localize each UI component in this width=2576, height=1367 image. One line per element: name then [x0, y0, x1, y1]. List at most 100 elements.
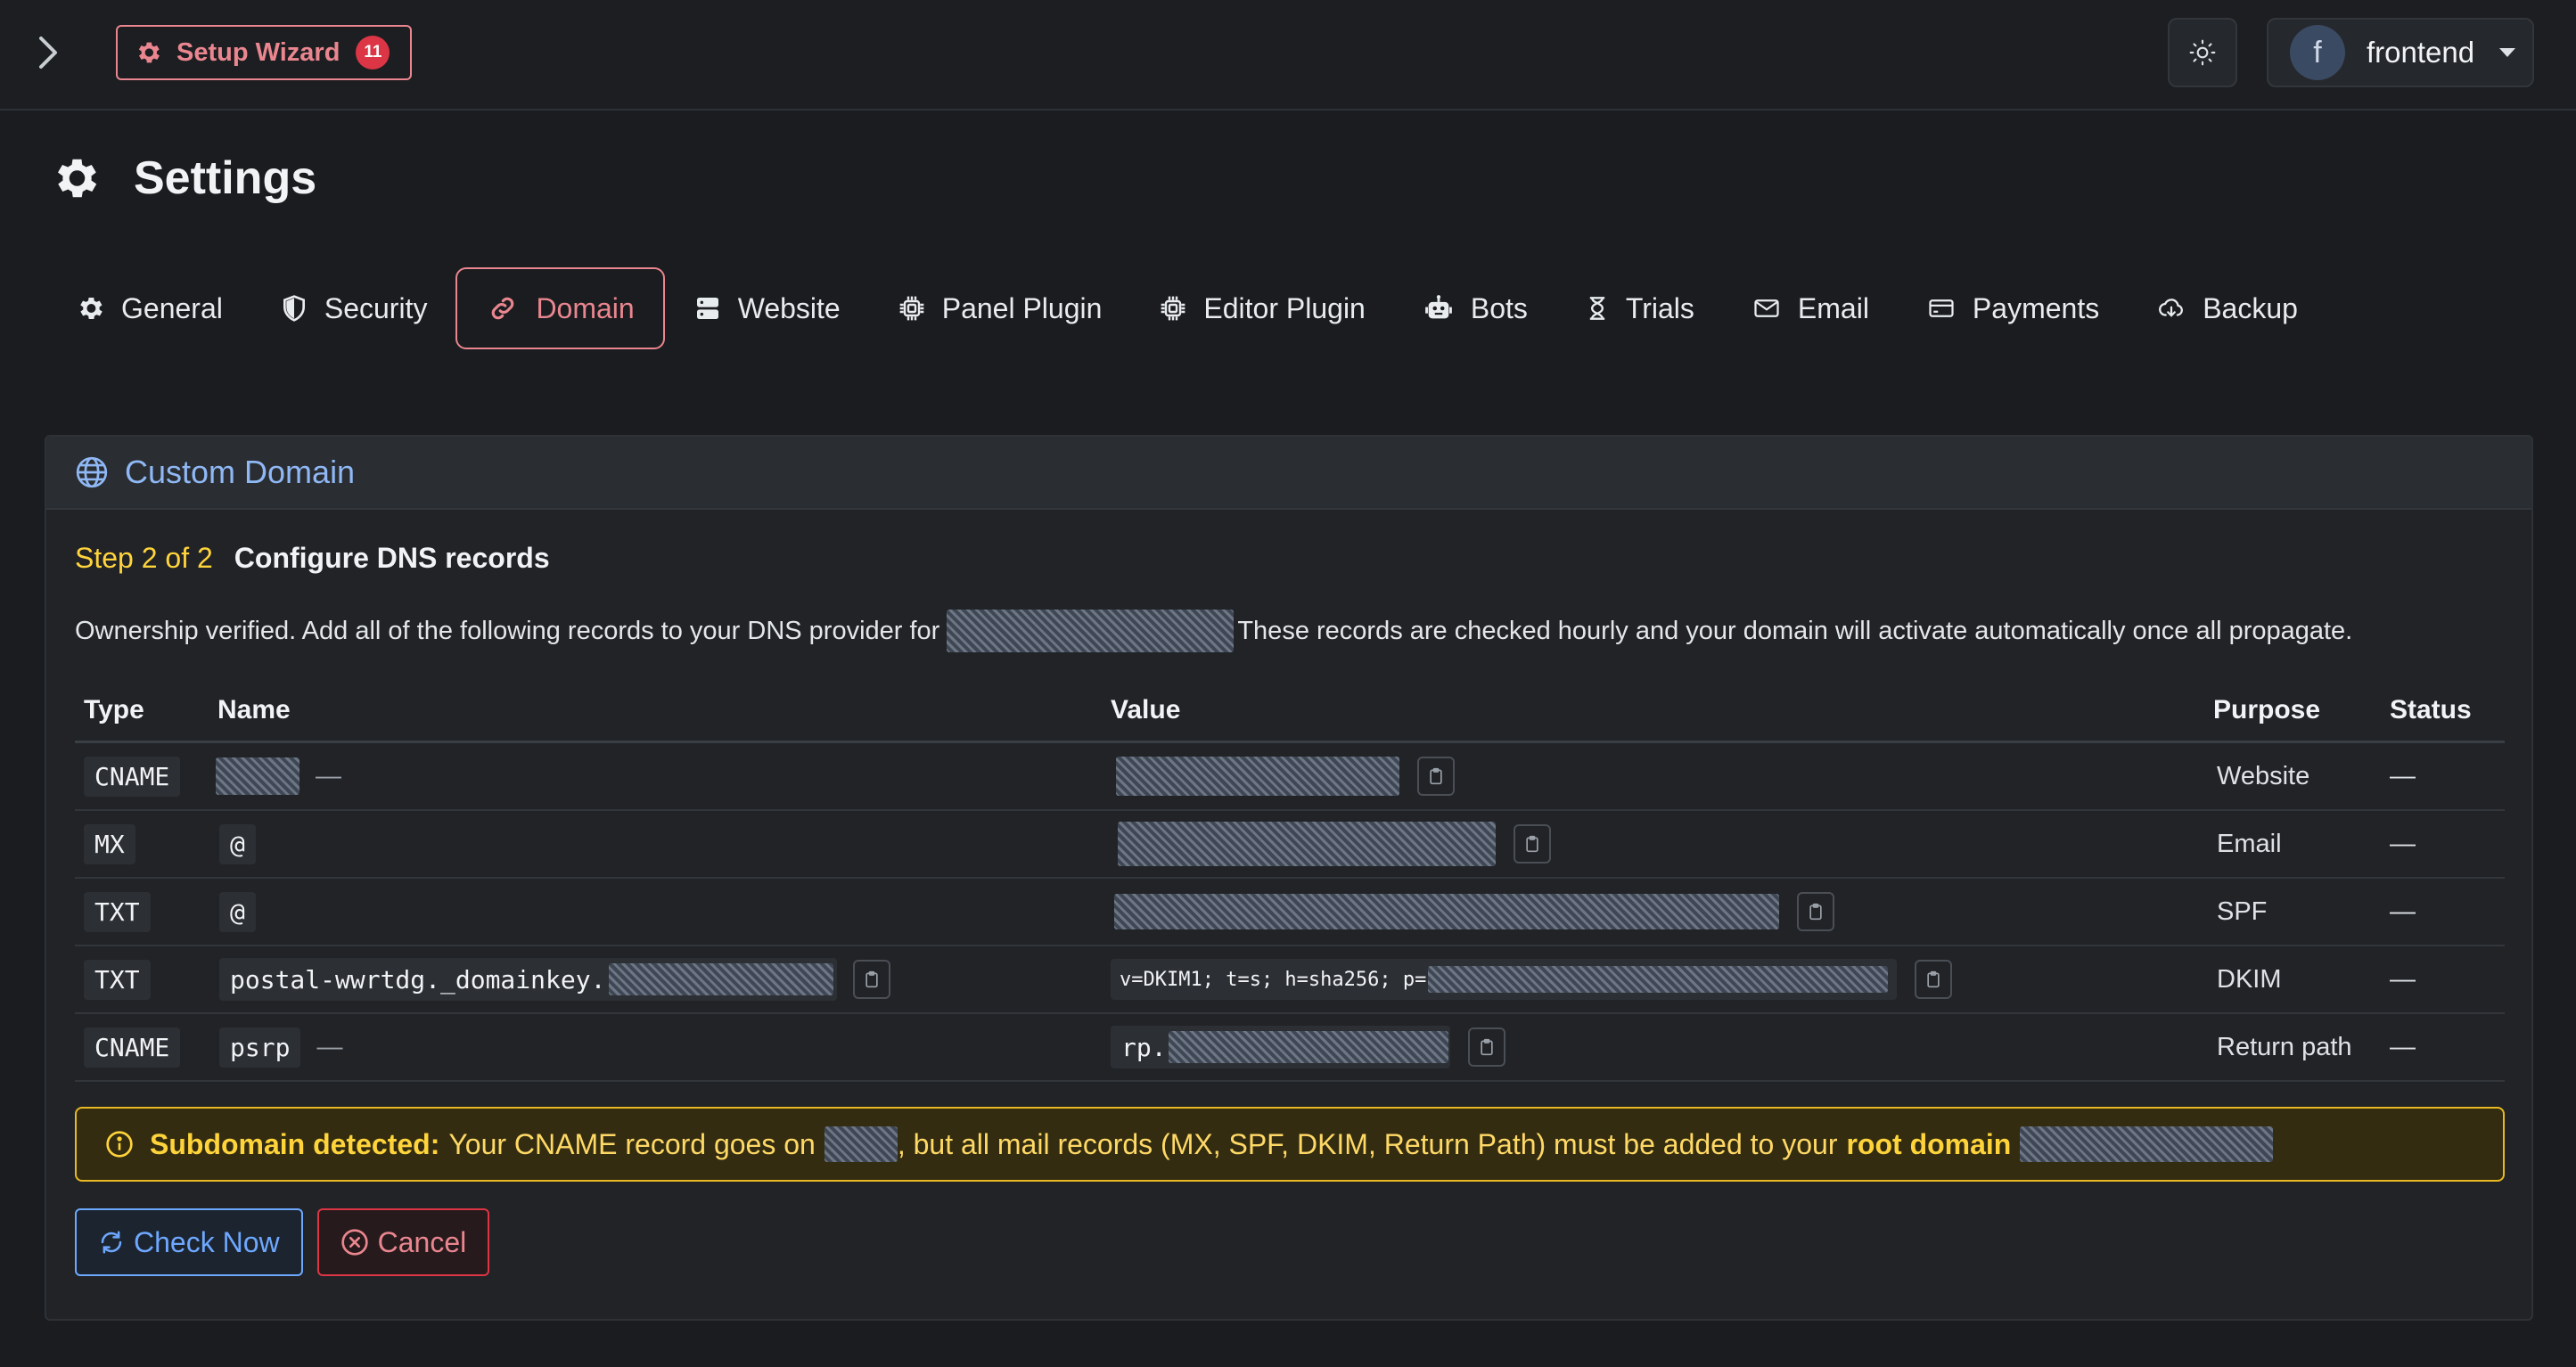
header-type: Type: [84, 694, 144, 724]
copy-button[interactable]: [853, 960, 891, 999]
copy-button[interactable]: [1797, 892, 1834, 931]
user-name: frontend: [2367, 36, 2475, 69]
top-bar: Setup Wizard 11 f frontend: [0, 0, 2576, 111]
step-number: Step 2 of 2: [75, 542, 213, 574]
tab-trials[interactable]: Trials: [1556, 267, 1723, 349]
card-actions: Check Now Cancel: [75, 1208, 490, 1276]
tab-general[interactable]: General: [46, 267, 251, 349]
header-purpose: Purpose: [2213, 694, 2321, 724]
notification-badge: 11: [356, 36, 390, 70]
record-type: TXT: [84, 959, 151, 1000]
robot-icon: [1424, 295, 1452, 319]
record-status: —: [2390, 761, 2416, 790]
tab-label: Payments: [1972, 291, 2100, 324]
tab-label: Website: [737, 291, 841, 324]
dns-records-table: Type Name Value Purpose Status CNAME — W…: [75, 679, 2505, 1082]
check-now-label: Check Now: [134, 1225, 280, 1258]
record-purpose: Return path: [2217, 1032, 2352, 1061]
tab-editor-plugin[interactable]: Editor Plugin: [1130, 267, 1393, 349]
sidebar-toggle-button[interactable]: [27, 32, 68, 73]
record-value-text: v=DKIM1; t=s; h=sha256; p=: [1120, 968, 1427, 991]
record-name-text: postal-wwrtdg._domainkey.: [230, 964, 606, 995]
custom-domain-card: Custom Domain Step 2 of 2 Configure DNS …: [45, 435, 2533, 1321]
check-now-button[interactable]: Check Now: [75, 1208, 303, 1276]
header-value: Value: [1111, 694, 1181, 724]
redacted-name: [609, 963, 834, 995]
redacted-value: [1116, 757, 1399, 796]
tab-payments[interactable]: Payments: [1898, 267, 2128, 349]
setup-wizard-button[interactable]: Setup Wizard 11: [116, 25, 412, 80]
alert-text-1: Your CNAME record goes on: [448, 1127, 816, 1160]
refresh-icon: [101, 1231, 122, 1254]
x-circle-icon: [340, 1229, 368, 1256]
table-row: CNAME psrp — rp. Return path —: [75, 1014, 2505, 1082]
clipboard-icon: [1430, 767, 1442, 785]
redacted-value: [1428, 966, 1889, 993]
tab-label: Panel Plugin: [941, 291, 1103, 324]
theme-toggle-button[interactable]: [2168, 18, 2237, 87]
gear-icon: [80, 297, 103, 320]
intro-text-before: Ownership verified. Add all of the follo…: [75, 616, 940, 645]
table-row: TXT @ SPF —: [75, 879, 2505, 946]
envelope-icon: [1754, 299, 1779, 317]
header-name: Name: [217, 694, 291, 724]
record-name: @: [219, 823, 256, 864]
avatar: f: [2290, 25, 2345, 80]
link-icon: [492, 297, 514, 320]
record-status: —: [2390, 829, 2416, 858]
redacted-domain: [947, 610, 1235, 652]
table-row: CNAME — Website —: [75, 743, 2505, 811]
record-type: CNAME: [84, 1027, 181, 1068]
shield-icon: [283, 295, 305, 322]
copy-button[interactable]: [1514, 824, 1551, 864]
cpu-icon: [1161, 296, 1185, 321]
credit-card-icon: [1929, 299, 1954, 317]
record-type: CNAME: [84, 756, 181, 797]
header-status: Status: [2390, 694, 2472, 724]
alert-text-2: , but all mail records (MX, SPF, DKIM, R…: [897, 1127, 1838, 1160]
record-name: psrp: [219, 1027, 301, 1068]
tab-label: Editor Plugin: [1203, 291, 1366, 324]
step-indicator: Step 2 of 2 Configure DNS records: [75, 542, 550, 575]
card-title: Custom Domain: [125, 454, 356, 490]
record-purpose: SPF: [2217, 896, 2268, 926]
tab-label: Backup: [2203, 291, 2298, 324]
tab-label: Bots: [1470, 291, 1528, 324]
clipboard-icon: [1480, 1038, 1493, 1056]
alert-label: Subdomain detected:: [150, 1127, 440, 1160]
tab-bots[interactable]: Bots: [1394, 267, 1556, 349]
clipboard-icon: [1809, 903, 1822, 921]
tab-panel-plugin[interactable]: Panel Plugin: [869, 267, 1131, 349]
record-name: @: [219, 891, 256, 932]
copy-button[interactable]: [1915, 960, 1953, 999]
name-dash: —: [316, 761, 341, 790]
setup-wizard-label: Setup Wizard: [176, 37, 340, 67]
user-menu-button[interactable]: f frontend: [2267, 18, 2534, 87]
copy-button[interactable]: [1417, 757, 1455, 796]
table-row: TXT postal-wwrtdg._domainkey. v=DKIM1; t…: [75, 946, 2505, 1014]
record-purpose: Website: [2217, 761, 2310, 790]
redacted-value: [1168, 1031, 1448, 1063]
tab-backup[interactable]: Backup: [2128, 267, 2326, 349]
record-name: postal-wwrtdg._domainkey.: [219, 958, 838, 1001]
cloud-download-icon: [2159, 299, 2184, 317]
clipboard-icon: [1927, 970, 1940, 988]
page-title: Settings: [134, 152, 317, 204]
tab-domain[interactable]: Domain: [455, 267, 665, 349]
tab-website[interactable]: Website: [665, 267, 869, 349]
redacted-value: [1118, 822, 1496, 866]
info-circle-icon: [106, 1131, 133, 1158]
cpu-icon: [899, 296, 924, 321]
cancel-button[interactable]: Cancel: [316, 1208, 490, 1276]
cancel-label: Cancel: [377, 1225, 467, 1258]
record-value: rp.: [1111, 1026, 1450, 1068]
copy-button[interactable]: [1467, 1027, 1505, 1067]
sun-icon: [2189, 39, 2216, 66]
settings-tabs: General Security Domain Website Panel Pl…: [46, 267, 2326, 349]
record-status: —: [2390, 896, 2416, 926]
tab-email[interactable]: Email: [1723, 267, 1898, 349]
tab-security[interactable]: Security: [251, 267, 456, 349]
alert-root-label: root domain: [1846, 1127, 2012, 1160]
tab-label: Email: [1797, 291, 1869, 324]
clipboard-icon: [866, 970, 879, 988]
